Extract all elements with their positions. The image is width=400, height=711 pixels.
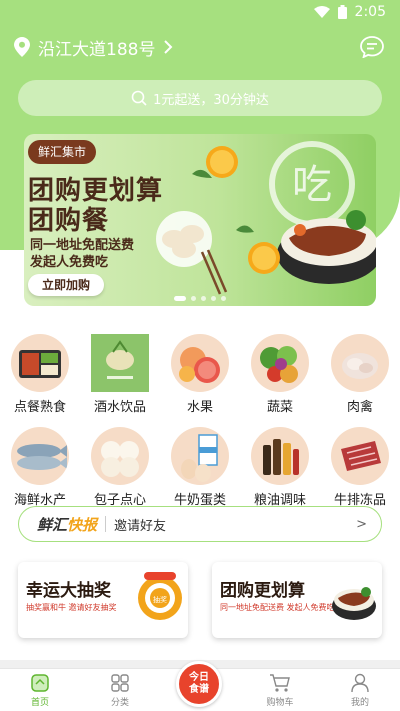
meat-image	[331, 334, 389, 392]
banner-dot	[221, 296, 226, 301]
status-time: 2:05	[354, 4, 386, 20]
vegetables-image	[251, 334, 309, 392]
bottom-nav: 首页 分类 今日 食谱 购物车 我的	[0, 661, 400, 711]
group-buy-card[interactable]: 团购更划算 同一地址免配送费 发起人免费吃	[212, 562, 382, 638]
promo-subtitle: 抽奖赢和牛 邀请好友抽奖	[26, 603, 117, 612]
category-label: 酒水饮品	[93, 400, 146, 415]
wifi-icon	[313, 6, 330, 18]
news-ticker[interactable]: 鲜汇快报 邀请好友 >	[18, 506, 382, 542]
category-item[interactable]: 酒水饮品	[80, 334, 160, 415]
nav-recipe[interactable]: 今日 食谱	[160, 661, 240, 711]
banner-dot	[201, 296, 206, 301]
nav-category[interactable]: 分类	[80, 669, 160, 711]
message-icon[interactable]	[360, 36, 384, 58]
rice-bowl-icon	[332, 587, 376, 620]
category-label: 水果	[186, 400, 213, 415]
category-item[interactable]: 蔬菜	[240, 334, 320, 415]
nav-cart[interactable]: 购物车	[240, 669, 320, 711]
search-bar[interactable]: 1元起送，30分钟达	[18, 80, 382, 116]
grid-icon	[111, 674, 129, 692]
location-selector[interactable]: 沿江大道188号	[14, 34, 173, 60]
chevron-right-icon	[164, 40, 173, 54]
banner-dot	[191, 296, 196, 301]
news-divider	[105, 516, 107, 532]
nav-home[interactable]: 首页	[0, 669, 80, 711]
banner-pagination	[174, 296, 226, 301]
cart-icon	[270, 674, 290, 692]
category-item[interactable]: 牛排冻品	[320, 427, 400, 508]
location-pin-icon	[14, 37, 30, 57]
milk-eggs-image	[171, 427, 229, 485]
category-item[interactable]: 水果	[160, 334, 240, 415]
banner-dot	[174, 296, 186, 301]
nav-label: 首页	[30, 698, 49, 708]
chevron-right-icon: >	[356, 516, 367, 532]
seafood-image	[11, 427, 69, 485]
promo-subtitle: 同一地址免配送费 发起人免费吃	[220, 603, 335, 612]
fruit-image	[171, 334, 229, 392]
recipe-line-2: 食谱	[189, 684, 209, 695]
category-item[interactable]: 粮油调味	[240, 427, 320, 508]
category-item[interactable]: 包子点心	[80, 427, 160, 508]
search-icon	[131, 90, 147, 106]
banner-headline-2: 团购餐	[28, 206, 110, 236]
home-icon	[31, 674, 49, 692]
banner-food-illustration: 吃	[156, 141, 376, 295]
category-label: 点餐熟食	[13, 400, 66, 415]
nav-profile[interactable]: 我的	[320, 669, 400, 711]
drinks-image	[91, 334, 149, 392]
banner-subtitle-2: 发起人免费吃	[30, 255, 109, 270]
address-label: 沿江大道188号	[38, 39, 156, 60]
category-item[interactable]: 海鲜水产	[0, 427, 80, 508]
news-logo-a: 鲜汇	[37, 515, 68, 534]
status-bar: 2:05	[0, 0, 400, 24]
category-label: 蔬菜	[266, 400, 293, 415]
bento-image	[11, 334, 69, 392]
promo-banner[interactable]: 吃 鲜汇集市 团购更划算 团购餐 同一地址免配送费 发起人免费吃 立即加购	[24, 134, 376, 306]
category-grid: 点餐熟食 酒水饮品 水果 蔬菜 肉禽 海鲜水产 包子点心 牛奶蛋类 粮油调味 牛…	[0, 334, 400, 508]
promo-badge: 抽奖	[153, 595, 167, 604]
todays-recipe-button[interactable]: 今日 食谱	[176, 661, 222, 707]
promo-title: 幸运大抽奖	[26, 581, 111, 601]
nav-label: 我的	[350, 698, 369, 708]
category-item[interactable]: 点餐熟食	[0, 334, 80, 415]
user-icon	[351, 673, 369, 693]
category-item[interactable]: 牛奶蛋类	[160, 427, 240, 508]
banner-dot	[211, 296, 216, 301]
news-logo: 鲜汇快报	[37, 514, 97, 535]
recipe-line-1: 今日	[189, 672, 209, 683]
lucky-draw-card[interactable]: 幸运大抽奖 抽奖赢和牛 邀请好友抽奖 抽奖	[18, 562, 188, 638]
battery-icon	[337, 5, 347, 19]
buns-image	[91, 427, 149, 485]
nav-label: 分类	[110, 698, 129, 708]
banner-buy-button[interactable]: 立即加购	[28, 274, 104, 296]
banner-logo-char: 吃	[292, 162, 332, 208]
news-logo-b: 快报	[67, 515, 98, 534]
banner-tag: 鲜汇集市	[28, 140, 97, 164]
search-placeholder: 1元起送，30分钟达	[153, 92, 269, 108]
news-text: 邀请好友	[114, 518, 167, 534]
steak-image	[331, 427, 389, 485]
oil-seasoning-image	[251, 427, 309, 485]
lottery-wheel-icon: 抽奖	[138, 572, 182, 620]
category-label: 肉禽	[346, 400, 373, 415]
category-item[interactable]: 肉禽	[320, 334, 400, 415]
nav-label: 购物车	[266, 698, 294, 708]
promo-title: 团购更划算	[220, 581, 305, 601]
